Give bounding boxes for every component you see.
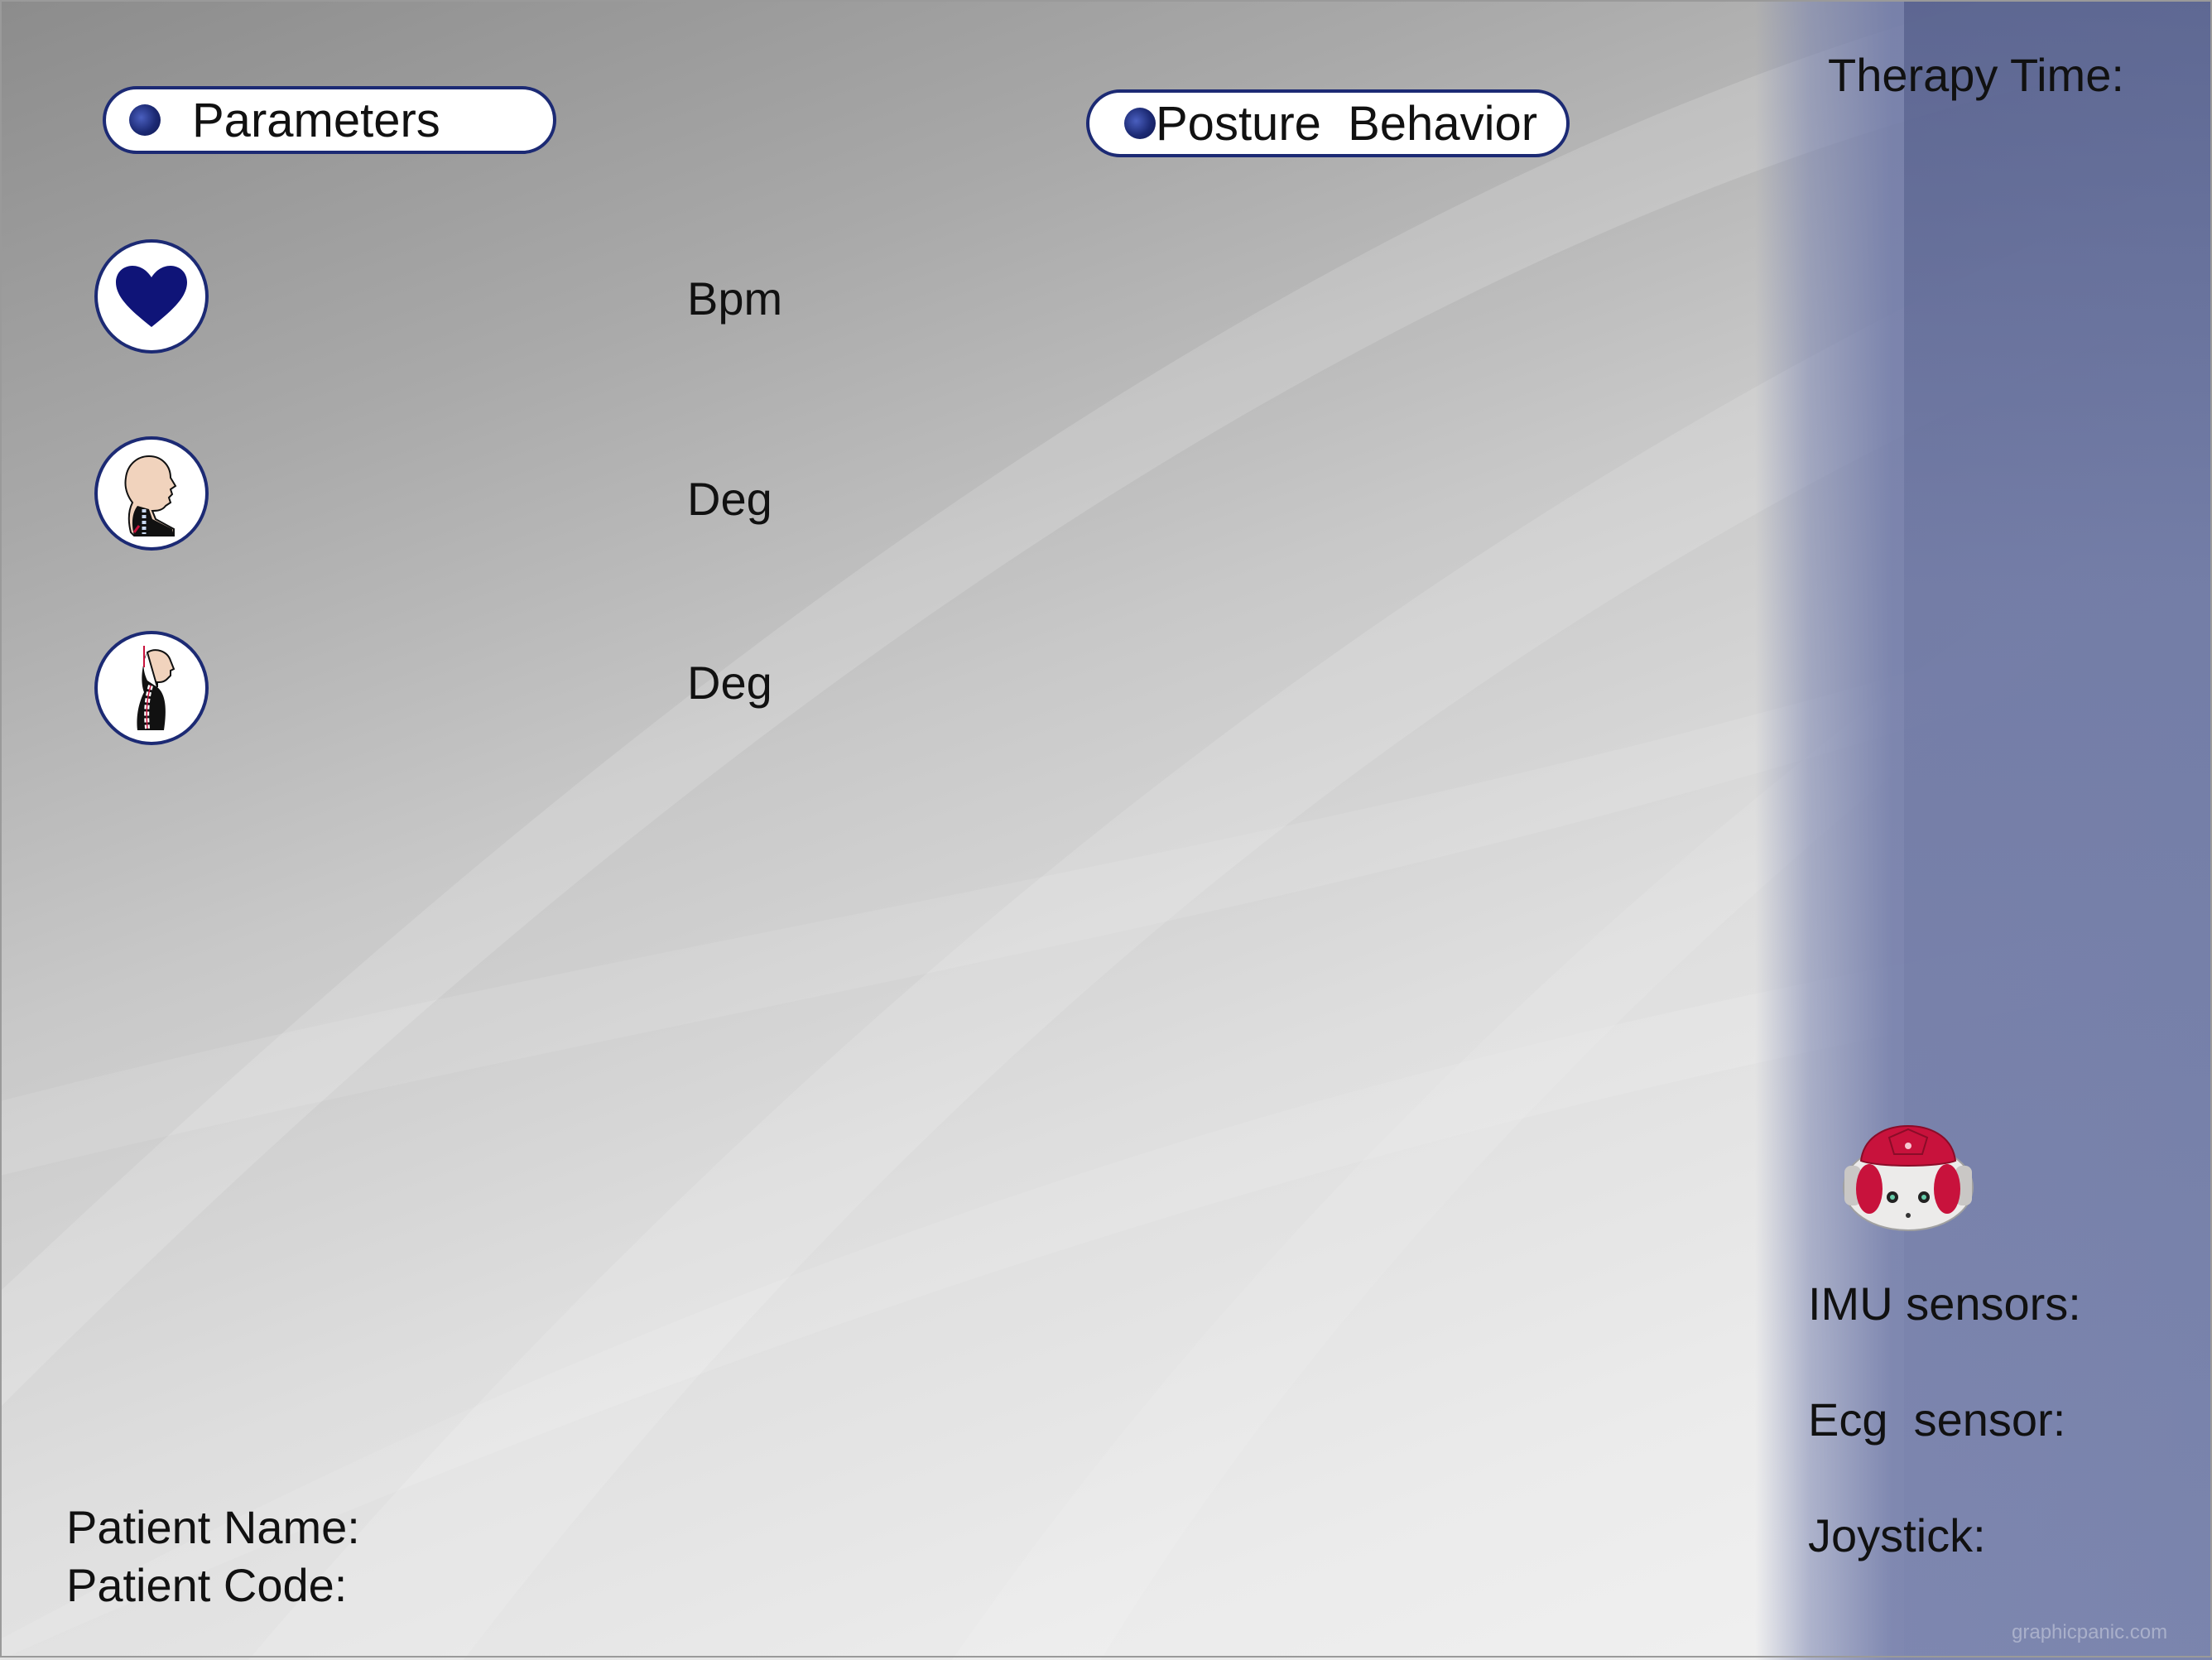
patient-code-label: Patient Code:: [66, 1559, 348, 1611]
heart-icon: [116, 266, 187, 327]
posture-behavior-tab[interactable]: Posture Behavior: [1086, 89, 1570, 157]
bullet-icon: [129, 104, 161, 136]
joystick-label: Joystick:: [1808, 1509, 1986, 1561]
imu-sensors-label: IMU sensors:: [1808, 1277, 2081, 1330]
spine-posture-button[interactable]: [94, 631, 209, 745]
patient-name-label: Patient Name:: [66, 1501, 360, 1553]
robot-head-image: [1839, 1123, 1977, 1234]
neck-angle-unit: Deg: [687, 473, 772, 525]
therapy-time-label: Therapy Time:: [1828, 49, 2124, 101]
neck-posture-button[interactable]: [94, 436, 209, 551]
watermark: graphicpanic.com: [2012, 1621, 2168, 1643]
heart-rate-button[interactable]: [94, 239, 209, 354]
neck-posture-icon: [124, 455, 177, 536]
parameters-tab[interactable]: Parameters: [103, 86, 556, 154]
posture-behavior-label: Posture Behavior: [1156, 96, 1538, 151]
robot-head-icon: [1843, 1124, 1974, 1231]
spine-posture-icon: [137, 646, 176, 730]
ecg-sensor-label: Ecg sensor:: [1808, 1393, 2066, 1446]
spine-angle-unit: Deg: [687, 657, 772, 709]
parameters-label: Parameters: [192, 93, 440, 147]
bullet-icon: [1124, 108, 1156, 139]
therapy-dashboard: Parameters Posture Behavior Therapy Time…: [0, 0, 2212, 1660]
heart-rate-unit: Bpm: [687, 272, 783, 325]
